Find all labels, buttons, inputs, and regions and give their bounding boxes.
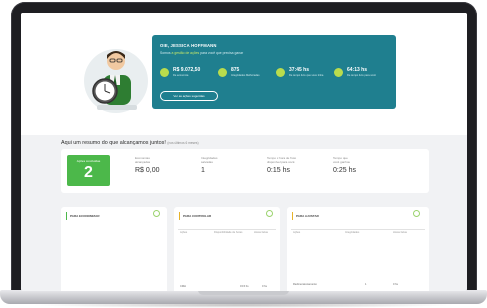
summary-period: (nos últimos 6 meses) (167, 141, 199, 145)
panel-economize: PARA ECONOMIZAR (61, 207, 167, 291)
metric-value: 875 (231, 67, 240, 73)
stat-value: 0:25 hs (333, 167, 356, 175)
app-screen: OIE, JESSICA HOFFMANN Somos a gestão de … (21, 13, 467, 291)
metric-economy: R$ 9.072,50 De economia (160, 67, 214, 85)
metric-value: 37:45 hs (289, 67, 310, 73)
stat-label: Integridades salvadas (201, 156, 218, 164)
add-icon[interactable] (266, 210, 273, 217)
laptop-frame: OIE, JESSICA HOFFMANN Somos a gestão de … (0, 0, 487, 308)
panel-accent (179, 212, 180, 220)
profile-subtitle: Somos a gestão de ações para você que pr… (160, 51, 243, 55)
stat-label: Economias alcançadas (135, 156, 151, 164)
metric-time-free: 64:13 hs De tempo livre para você (334, 67, 390, 85)
profile-title: OIE, JESSICA HOFFMANN (160, 43, 217, 48)
subtitle-highlight: a gestão de ações (171, 51, 200, 55)
column-header: Integridades (345, 231, 360, 234)
column-header: Disponibilidade de horas (214, 231, 243, 234)
cell: 0 hs (393, 283, 398, 286)
metric-label: De tempo livre que voce tinha (289, 74, 324, 77)
actions-done-tile: Ações concluídas 2 (67, 155, 110, 186)
panel-title: PARA AJUSTAR (296, 214, 319, 218)
stat-time-available: Tempo x hora de froto disponível para vo… (267, 156, 297, 175)
subtitle-suffix: para você que precisa ganar (200, 51, 244, 55)
metric-label: De economia (173, 74, 189, 77)
cell: 1 (365, 283, 367, 286)
actions-done-label: Ações concluídas (76, 159, 101, 163)
stat-label: Tempo x hora de froto disponível para vo… (267, 156, 297, 164)
subtitle-prefix: Somos (160, 51, 171, 55)
stat-value: 0:15 hs (267, 167, 290, 175)
metric-label: Integridades Melhoradas (231, 74, 260, 77)
summary-heading: Aqui um resumo do que alcançamos juntos!… (61, 140, 199, 146)
money-icon (160, 68, 169, 77)
stat-value: R$ 0,00 (135, 167, 160, 175)
summary-card: Ações concluídas 2 Economias alcançadas … (61, 149, 429, 193)
column-header: Horas farias (254, 231, 268, 234)
clock-icon (334, 68, 343, 77)
cell: 0:15 hs (240, 285, 249, 288)
divider (178, 229, 276, 230)
metric-value: 64:13 hs (347, 67, 368, 73)
panel-title: PARA ECONOMIZAR (70, 214, 100, 218)
avatar-illustration (84, 49, 148, 113)
panel-title: PARA CONTROLAR (183, 214, 212, 218)
panel-accent (292, 212, 293, 220)
clock-icon (276, 68, 285, 77)
cell: 0 hs (262, 285, 267, 288)
actions-done-value: 2 (84, 164, 93, 181)
column-header: Ações (293, 231, 301, 234)
stat-integrity: Integridades salvadas 1 (201, 156, 218, 175)
column-header: Ações (180, 231, 188, 234)
stat-value: 1 (201, 167, 205, 175)
cell: CMH (180, 285, 186, 288)
stat-label: Tempo que você ganhou (333, 156, 351, 164)
divider (291, 229, 425, 230)
top-bar (21, 13, 467, 31)
add-icon[interactable] (153, 210, 160, 217)
stat-time-gained: Tempo que você ganhou 0:25 hs (333, 156, 356, 175)
integrity-icon (218, 68, 227, 77)
metric-label: De tempo livre para você (347, 74, 376, 77)
metric-time-had: 37:45 hs De tempo livre que voce tinha (276, 67, 330, 85)
panel-adjust: PARA AJUSTAR Ações Integridades Horas fa… (287, 207, 429, 291)
panel-control: PARA CONTROLAR Ações Disponibilidade de … (174, 207, 280, 291)
profile-card: OIE, JESSICA HOFFMANN Somos a gestão de … (152, 35, 396, 109)
cell: Redimensionamento (293, 283, 317, 286)
panel-accent (66, 212, 67, 220)
column-header: Horas farias (393, 231, 407, 234)
summary-title: Aqui um resumo do que alcançamos juntos! (61, 140, 166, 146)
add-icon[interactable] (413, 210, 420, 217)
metric-integrity: 875 Integridades Melhoradas (218, 67, 272, 85)
stat-economy: Economias alcançadas R$ 0,00 (135, 156, 160, 175)
metric-value: R$ 9.072,50 (173, 67, 201, 73)
suggested-actions-button[interactable]: Ver as ações sugeridas (160, 91, 218, 101)
